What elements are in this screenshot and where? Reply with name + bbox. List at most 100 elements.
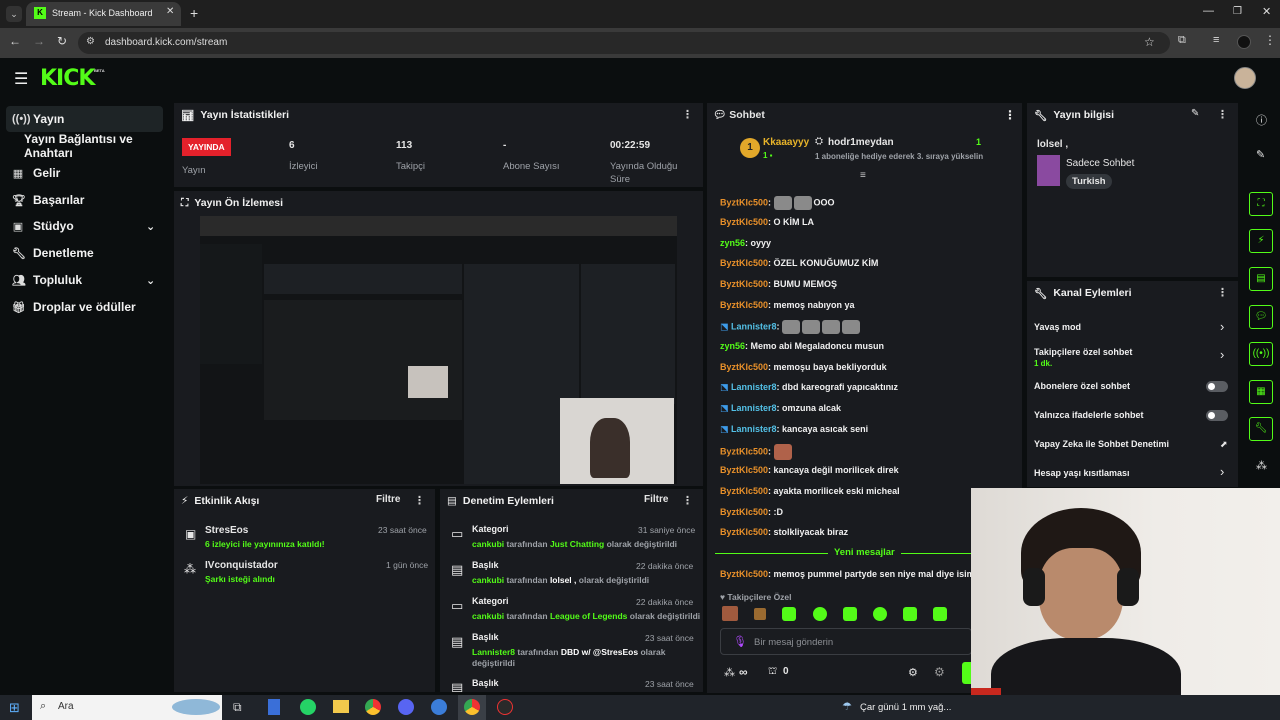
bookmark-star-icon[interactable]: ☆ [1144, 35, 1155, 49]
maximize-icon[interactable]: ❐ [1233, 6, 1242, 17]
slow-mode-row[interactable]: Yavaş mod › [1027, 317, 1238, 339]
tab-list-icon[interactable]: ⌄ [6, 6, 22, 22]
reload-icon[interactable]: ↻ [57, 34, 67, 48]
kick-logo[interactable]: KICK [40, 66, 95, 91]
chat-username[interactable]: ByztKlc500 [720, 258, 768, 268]
emote-icon[interactable] [782, 607, 796, 621]
pinned-user-1[interactable]: Kkaaayyy [763, 137, 809, 148]
chat-username[interactable]: ByztKlc500 [720, 507, 768, 517]
followers-only-row[interactable]: Takipçilere özel sohbet 1 dk. › [1027, 345, 1238, 371]
emote-icon[interactable] [722, 606, 738, 621]
subscribers-only-toggle[interactable] [1206, 381, 1228, 392]
obs-icon[interactable] [497, 699, 513, 715]
actions-widget-button[interactable]: 🔧︎ [1249, 417, 1273, 441]
chat-username[interactable]: ByztKlc500 [720, 197, 768, 207]
discord-icon[interactable] [398, 699, 414, 715]
chat-username[interactable]: zyn56 [720, 238, 745, 248]
chrome-icon[interactable] [464, 699, 480, 715]
microphone-icon[interactable]: 🎙︎ [733, 635, 747, 648]
close-window-icon[interactable]: ✕ [1262, 5, 1271, 18]
ai-moderation-row[interactable]: Yapay Zeka ile Sohbet Denetimi ⬈ [1027, 436, 1238, 456]
more-options-icon[interactable]: ⋮ [682, 108, 693, 121]
weather-text[interactable]: Çar günü 1 mm yağ... [860, 702, 951, 713]
chat-username[interactable]: Lannister8 [731, 403, 777, 413]
emote-icon[interactable] [813, 607, 827, 621]
filter-button[interactable]: Filtre [644, 494, 668, 505]
chat-username[interactable]: ByztKlc500 [720, 362, 768, 372]
broadcast-widget-button[interactable]: ((•)) [1249, 342, 1273, 366]
chat-widget-button[interactable]: 💬︎ [1249, 305, 1273, 329]
taskbar-search[interactable]: ⌕ Ara [32, 695, 222, 720]
chat-input[interactable]: 🎙︎ Bir mesaj gönderin [720, 628, 972, 655]
new-messages-label[interactable]: Yeni mesajlar [828, 547, 901, 558]
language-tag[interactable]: Turkish [1066, 174, 1112, 189]
emote-icon[interactable] [754, 608, 766, 620]
chevron-down-icon[interactable]: ⌄ [146, 274, 155, 287]
emote-only-toggle[interactable] [1206, 410, 1228, 421]
emote-icon[interactable] [903, 607, 917, 621]
user-avatar[interactable] [1234, 67, 1256, 89]
emote-icon[interactable] [873, 607, 887, 621]
sidebar-item-studio[interactable]: ▣ Stüdyo ⌄ [6, 213, 163, 239]
site-info-icon[interactable]: ⚙ [86, 36, 95, 47]
browser-menu-icon[interactable]: ⋮ [1264, 33, 1276, 47]
more-options-icon[interactable]: ⋮ [414, 494, 425, 507]
forward-icon[interactable]: → [33, 34, 45, 48]
filter-button[interactable]: Filtre [376, 494, 400, 505]
url-field[interactable]: ⚙ dashboard.kick.com/stream ☆ [78, 32, 1170, 54]
mod-settings-icon[interactable]: ⚙ [934, 665, 945, 679]
back-icon[interactable]: ← [9, 34, 21, 48]
collapse-icon[interactable]: ≡ [860, 170, 866, 181]
chat-username[interactable]: Lannister8 [731, 424, 777, 434]
whatsapp-icon[interactable] [300, 699, 316, 715]
chat-username[interactable]: ByztKlc500 [720, 465, 768, 475]
emote-icon[interactable] [933, 607, 947, 621]
moderation-widget-button[interactable]: ▤ [1249, 267, 1273, 291]
pinned-user-2[interactable]: hodr1meydan [828, 137, 894, 148]
chat-username[interactable]: ByztKlc500 [720, 486, 768, 496]
sidebar-item-drops[interactable]: 🎁︎ Droplar ve ödüller [6, 294, 163, 320]
emote-icon[interactable] [843, 607, 857, 621]
chat-username[interactable]: ByztKlc500 [720, 569, 768, 579]
more-options-icon[interactable]: ⋮ [1217, 286, 1228, 299]
minimize-icon[interactable]: — [1203, 5, 1214, 17]
app-icon[interactable] [431, 699, 447, 715]
extensions-icon[interactable]: ⧉ [1178, 34, 1186, 47]
profile-icon[interactable] [1237, 35, 1251, 49]
sidebar-item-stream-key[interactable]: Yayın Bağlantısı ve Anahtarı [18, 132, 173, 160]
chat-username[interactable]: ByztKlc500 [720, 446, 768, 456]
sidebar-item-community[interactable]: 👥︎ Topluluk ⌄ [6, 267, 163, 293]
chat-username[interactable]: ByztKlc500 [720, 527, 768, 537]
file-explorer-icon[interactable] [333, 700, 349, 713]
sidebar-item-revenue[interactable]: ▦ Gelir [6, 160, 163, 186]
edit-pencil-icon[interactable]: ✎ [1256, 148, 1265, 161]
chevron-down-icon[interactable]: ⌄ [146, 220, 155, 233]
preview-widget-button[interactable]: ⛶ [1249, 192, 1273, 216]
hamburger-icon[interactable]: ☰ [14, 69, 28, 89]
media-icon[interactable]: ≡ [1213, 34, 1219, 46]
info-icon[interactable]: ⓘ [1256, 112, 1267, 128]
category-name[interactable]: Sadece Sohbet [1066, 158, 1134, 169]
chat-username[interactable]: ByztKlc500 [720, 300, 768, 310]
chat-settings-icon[interactable]: ⚙ [908, 666, 918, 679]
chat-username[interactable]: ByztKlc500 [720, 217, 768, 227]
task-view-icon[interactable]: ⧉ [233, 700, 242, 715]
more-options-icon[interactable]: ⋮ [1004, 108, 1016, 122]
sidebar-item-moderation[interactable]: 🔧︎ Denetleme [6, 240, 163, 266]
preview-video[interactable] [200, 216, 677, 484]
tab-close-icon[interactable]: ✕ [166, 6, 174, 17]
chat-username[interactable]: Lannister8 [731, 321, 777, 331]
sidebar-item-stream[interactable]: ((•)) Yayın [6, 106, 163, 132]
more-options-icon[interactable]: ⋮ [1217, 108, 1228, 121]
new-tab-button[interactable]: + [190, 5, 198, 21]
chat-username[interactable]: Lannister8 [731, 382, 777, 392]
sidebar-item-achievements[interactable]: 🏆︎ Başarılar [6, 187, 163, 213]
browser-tab[interactable]: K Stream - Kick Dashboard ✕ [26, 2, 181, 26]
stats-widget-button[interactable]: ▦ [1249, 380, 1273, 404]
account-age-row[interactable]: Hesap yaşı kısıtlaması › [1027, 464, 1238, 484]
chrome-icon[interactable] [365, 699, 381, 715]
more-options-icon[interactable]: ⋮ [682, 494, 693, 507]
chat-username[interactable]: zyn56 [720, 341, 745, 351]
windows-start-icon[interactable]: ⊞ [9, 700, 20, 716]
chat-username[interactable]: ByztKlc500 [720, 279, 768, 289]
